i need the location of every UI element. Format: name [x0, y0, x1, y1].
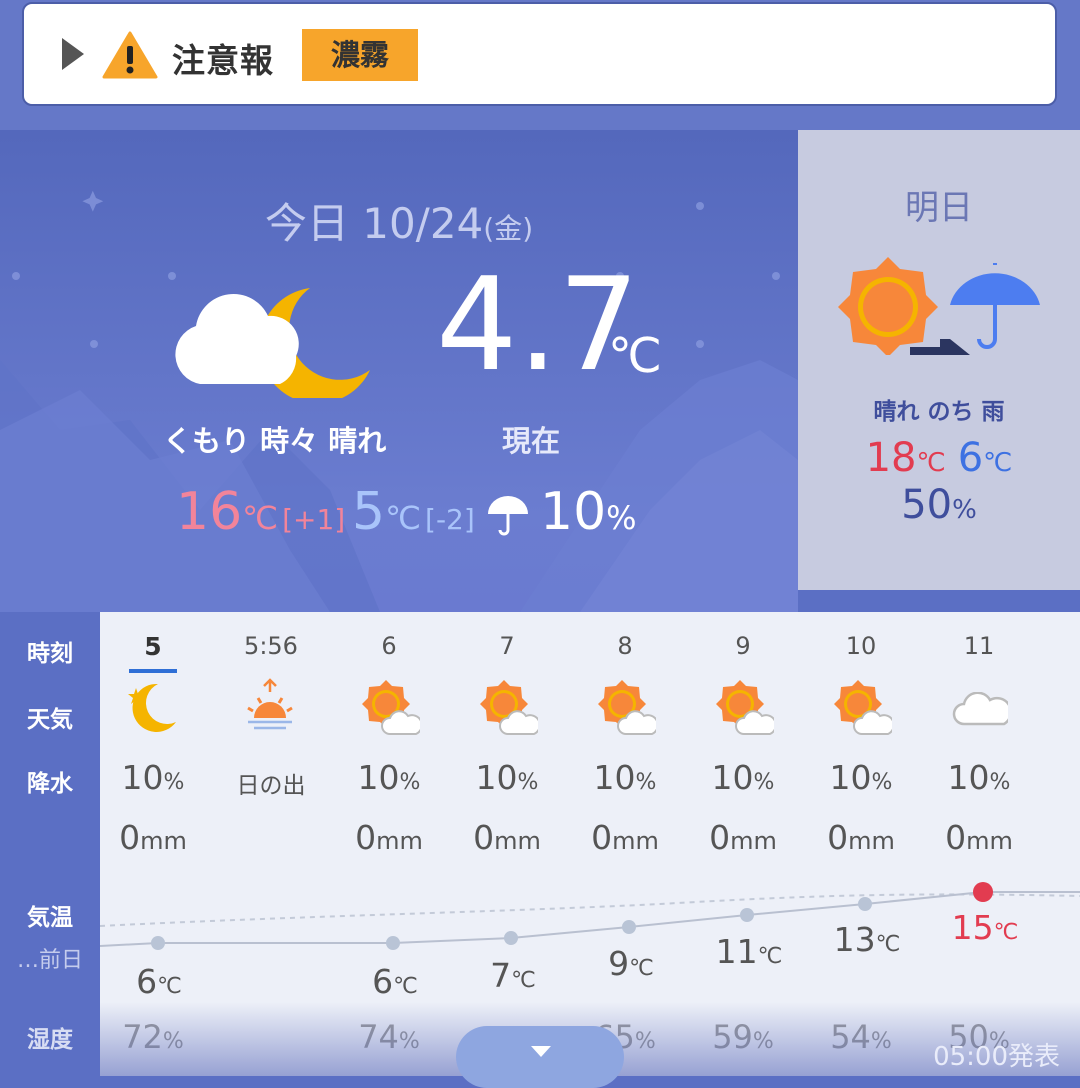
tomorrow-high: 18℃	[865, 435, 946, 481]
tomorrow-precip-prob: 50%	[901, 482, 977, 528]
warning-icon	[102, 31, 158, 79]
alert-banner[interactable]: 注意報 濃霧	[22, 2, 1057, 106]
tomorrow-weather-text: 晴れ のち 雨	[873, 399, 1005, 425]
alert-title: 注意報	[172, 41, 274, 80]
time-11: 11	[963, 632, 995, 660]
today-panel[interactable]: 今日 10/24(金) 4.7 ℃ くもり 時々 晴れ 現在 16℃ [+1] 5…	[0, 130, 798, 612]
sunrise-label: 日の出	[236, 773, 306, 799]
temp-value: 13℃	[833, 920, 901, 959]
temp-value: 6℃	[136, 962, 182, 1001]
temp-value: 6℃	[372, 962, 418, 1001]
precip-amount: 0mm	[827, 818, 895, 857]
temp-value: 9℃	[608, 944, 654, 983]
sun-cloud-icon	[480, 680, 538, 735]
sun-cloud-icon	[834, 680, 892, 735]
time-5: 5	[144, 632, 162, 661]
current-label: 現在	[502, 424, 561, 458]
chevron-down-icon	[531, 1046, 551, 1057]
sun-cloud-icon	[716, 680, 774, 735]
precip-amount: 0mm	[355, 818, 423, 857]
precip-prob: 10%	[947, 758, 1011, 797]
precip-amount: 0mm	[473, 818, 541, 857]
date-text: 今日 10/24	[264, 199, 484, 248]
expand-triangle-icon[interactable]	[62, 38, 84, 70]
sun-cloud-icon	[362, 680, 420, 735]
precip-amount: 0mm	[709, 818, 777, 857]
precip-amount: 0mm	[945, 818, 1013, 857]
label-temp: 気温	[27, 905, 73, 931]
label-precip: 降水	[27, 771, 73, 797]
sun-cloud-icon	[598, 680, 656, 735]
expand-button[interactable]	[456, 1026, 624, 1088]
precip-prob: 10%	[711, 758, 775, 797]
cloud-icon	[952, 692, 1008, 726]
day-of-week: (金)	[483, 212, 534, 245]
tomorrow-temps: 18℃ 6℃	[798, 435, 1080, 481]
tomorrow-title: 明日	[905, 188, 973, 228]
umbrella-icon	[488, 496, 528, 536]
precip-prob: 10%	[829, 758, 893, 797]
issued-time: 05:00発表	[933, 1042, 1060, 1072]
cloud-moon-icon	[175, 288, 370, 398]
tomorrow-panel[interactable]: 明日 晴れ のち 雨 18℃ 6℃ 50%	[798, 130, 1080, 590]
current-temp-unit: ℃	[608, 328, 662, 384]
alert-bar: 注意報 濃霧	[0, 0, 1080, 130]
moon-star-icon	[128, 683, 176, 732]
time-6: 6	[381, 632, 397, 660]
hourly-forecast[interactable]: 時刻 天気 降水 気温 …前日 5 5:56 6 7 8 9 10 11 10%…	[0, 612, 1080, 1088]
label-time: 時刻	[27, 641, 73, 667]
label-weather: 天気	[27, 707, 73, 733]
time-7: 7	[499, 632, 515, 660]
today-low: 5℃ [-2]	[352, 482, 475, 542]
sunrise-icon	[247, 678, 293, 730]
time-10: 10	[845, 632, 877, 660]
temp-value: 11℃	[715, 932, 783, 971]
time-9: 9	[735, 632, 751, 660]
time-sunrise: 5:56	[244, 632, 298, 660]
temp-max-value: 15℃	[951, 908, 1019, 947]
tomorrow-low: 6℃	[957, 435, 1013, 481]
precip-prob: 10%	[357, 758, 421, 797]
today-weather-text: くもり 時々 晴れ	[163, 424, 387, 458]
precip-prob: 10%	[475, 758, 539, 797]
today-high: 16℃ [+1]	[176, 482, 346, 542]
precip-prob: 10%	[121, 758, 185, 797]
time-8: 8	[617, 632, 633, 660]
label-prev-day: …前日	[16, 948, 83, 973]
row-labels: 時刻 天気 降水 気温 …前日	[0, 612, 100, 1076]
sun-then-rain-icon	[838, 257, 1040, 355]
current-hour-indicator	[129, 669, 177, 673]
precip-amount: 0mm	[591, 818, 659, 857]
today-date: 今日 10/24(金)	[0, 190, 798, 251]
today-precip-prob: 10%	[540, 482, 637, 542]
temp-value: 7℃	[490, 956, 536, 995]
label-humidity: 湿度	[27, 1027, 73, 1053]
precip-prob: 10%	[593, 758, 657, 797]
precip-amount: 0mm	[119, 818, 187, 857]
alert-badge-dense-fog[interactable]: 濃霧	[302, 29, 418, 81]
